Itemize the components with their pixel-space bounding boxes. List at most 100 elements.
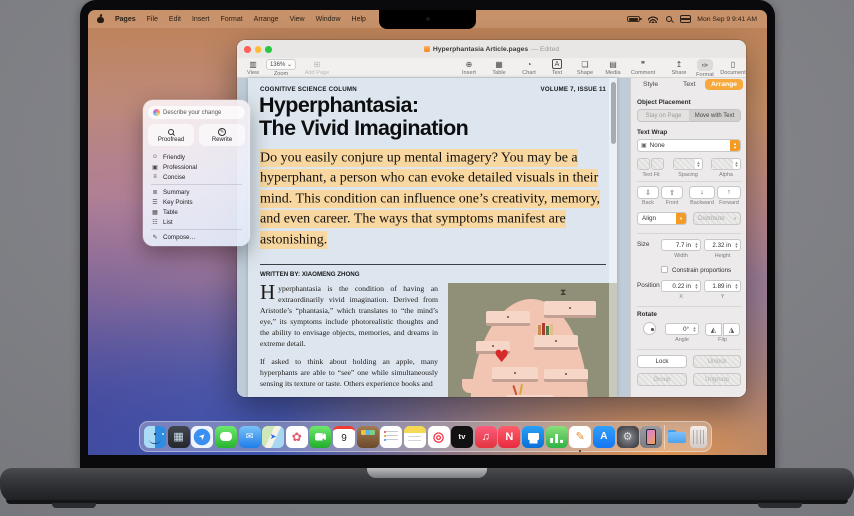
dock-safari[interactable]: ➤ xyxy=(191,426,213,448)
dock-fitness[interactable]: ◎ xyxy=(428,426,450,448)
document-scrollbar[interactable] xyxy=(609,78,617,397)
describe-change-input[interactable]: Describe your change xyxy=(148,106,245,119)
align-dropdown[interactable]: Align ▼ xyxy=(637,212,687,225)
text-wrap-dropdown[interactable]: ▣ None ▲▼ xyxy=(637,139,741,152)
flip-horizontal-button[interactable]: ◮ xyxy=(723,323,740,336)
zoom-control[interactable]: 136% ⌄ Zoom xyxy=(263,59,299,77)
professional-option[interactable]: ▣Professional xyxy=(148,162,245,172)
dock-system-settings[interactable]: ⚙ xyxy=(617,426,639,448)
dock-music[interactable]: ♫ xyxy=(475,426,497,448)
rewrite-button[interactable]: ✎ Rewrite xyxy=(199,124,245,146)
dock-wallet[interactable] xyxy=(357,426,379,448)
key-points-option[interactable]: ☰Key Points xyxy=(148,197,245,207)
document-page[interactable]: COGNITIVE SCIENCE COLUMN VOLUME 7, ISSUE… xyxy=(248,78,617,397)
bring-forward-button[interactable]: ↑ xyxy=(717,186,741,199)
article-body-column[interactable]: Hyperphantasia is the condition of havin… xyxy=(260,283,438,396)
dock-launchpad[interactable]: ▦ xyxy=(168,426,190,448)
format-button[interactable]: ✑ Format xyxy=(691,59,719,78)
list-option[interactable]: ☷List xyxy=(148,217,245,227)
dock-numbers[interactable] xyxy=(546,426,568,448)
menu-view[interactable]: View xyxy=(290,16,305,23)
menu-window[interactable]: Window xyxy=(316,16,341,23)
close-button[interactable] xyxy=(244,46,251,53)
constrain-proportions-checkbox[interactable] xyxy=(661,266,668,273)
tab-style[interactable]: Style xyxy=(643,81,658,88)
article-title[interactable]: Hyperphantasia: The Vivid Imagination xyxy=(259,94,611,140)
dock-notes[interactable] xyxy=(404,426,426,448)
wifi-icon[interactable] xyxy=(648,15,658,23)
spotlight-search-icon[interactable] xyxy=(666,16,672,22)
dock-messages[interactable] xyxy=(215,426,237,448)
menu-help[interactable]: Help xyxy=(352,16,366,23)
apple-menu-icon[interactable] xyxy=(97,15,104,23)
group-button[interactable]: Group xyxy=(637,373,687,386)
proofread-button[interactable]: Proofread xyxy=(148,124,194,146)
media-button[interactable]: ▤ Media xyxy=(599,59,627,76)
chart-button[interactable]: ◔ Chart xyxy=(515,59,543,76)
share-button[interactable]: ↥ Share xyxy=(665,59,693,76)
alpha-stepper[interactable]: ▲▼ xyxy=(711,158,741,170)
table-option[interactable]: ▦Table xyxy=(148,207,245,217)
rotation-knob[interactable] xyxy=(643,322,656,335)
dock-keynote[interactable] xyxy=(522,426,544,448)
menu-format[interactable]: Format xyxy=(220,16,242,23)
dock-iphone-mirroring[interactable] xyxy=(640,426,662,448)
friendly-option[interactable]: ☺Friendly xyxy=(148,152,245,162)
send-backward-button[interactable]: ↓ xyxy=(689,186,715,199)
position-x-stepper[interactable]: 0.22 in▲▼ xyxy=(661,280,701,292)
dock-app-store[interactable]: A xyxy=(593,426,615,448)
dock-maps[interactable]: ➤ xyxy=(262,426,284,448)
dock-news[interactable]: N xyxy=(498,426,520,448)
minimize-button[interactable] xyxy=(255,46,262,53)
text-button[interactable]: A Text xyxy=(543,59,571,76)
window-title-bar[interactable]: Hyperphantasia Article.pages — Edited xyxy=(237,40,746,58)
flip-vertical-button[interactable]: ◭ xyxy=(705,323,722,336)
spacing-stepper[interactable]: ▲▼ xyxy=(673,158,703,170)
stay-on-page-option[interactable]: Stay on Page xyxy=(638,110,689,121)
comment-button[interactable]: ❞ Comment xyxy=(629,59,657,76)
dock-mail[interactable]: ✉ xyxy=(239,426,261,448)
menu-edit[interactable]: Edit xyxy=(169,16,181,23)
dock-reminders[interactable] xyxy=(380,426,402,448)
angle-stepper[interactable]: 0°▲▼ xyxy=(665,323,699,335)
zoom-window-button[interactable] xyxy=(265,46,272,53)
send-to-back-button[interactable]: ⇩ xyxy=(637,186,659,199)
table-button[interactable]: ▦ Table xyxy=(485,59,513,76)
height-stepper[interactable]: 2.32 in▲▼ xyxy=(704,239,741,251)
add-page-button[interactable]: ⊞ Add Page xyxy=(301,59,333,76)
tab-arrange[interactable]: Arrange xyxy=(705,79,743,90)
unlock-button[interactable]: Unlock xyxy=(693,355,741,368)
summary-option[interactable]: ≣Summary xyxy=(148,187,245,197)
menu-pages[interactable]: Pages xyxy=(115,16,136,23)
dock-facetime[interactable] xyxy=(309,426,331,448)
battery-icon[interactable] xyxy=(627,16,640,22)
highlighted-intro-paragraph[interactable]: Do you easily conjure up mental imagery?… xyxy=(260,148,610,251)
text-fit-button-a[interactable] xyxy=(637,158,650,170)
dock-apple-tv[interactable]: tv xyxy=(451,426,473,448)
dock-trash[interactable] xyxy=(690,426,707,448)
text-fit-button-b[interactable] xyxy=(651,158,664,170)
position-y-stepper[interactable]: 1.89 in▲▼ xyxy=(704,280,741,292)
menu-insert[interactable]: Insert xyxy=(192,16,210,23)
width-stepper[interactable]: 7.7 in▲▼ xyxy=(661,239,701,251)
dock-downloads[interactable] xyxy=(666,426,688,448)
shape-button[interactable]: ❑ Shape xyxy=(571,59,599,76)
scrollbar-thumb[interactable] xyxy=(611,82,616,144)
concise-option[interactable]: ≡Concise xyxy=(148,172,245,182)
tab-text[interactable]: Text xyxy=(683,81,695,88)
ungroup-button[interactable]: Ungroup xyxy=(693,373,741,386)
compose-option[interactable]: ✎Compose… xyxy=(148,232,245,242)
menu-file[interactable]: File xyxy=(147,16,158,23)
dock-finder[interactable] xyxy=(144,426,166,448)
dock-pages[interactable]: ✎ xyxy=(569,426,591,448)
head-shelves-illustration[interactable]: ⧗ ♥ xyxy=(448,283,617,397)
lock-button[interactable]: Lock xyxy=(637,355,687,368)
dock-calendar[interactable]: 9 xyxy=(333,426,355,448)
insert-button[interactable]: ⊕ Insert xyxy=(455,59,483,76)
menu-clock[interactable]: Mon Sep 9 9:41 AM xyxy=(697,16,757,23)
move-with-text-option[interactable]: Move with Text xyxy=(689,110,740,121)
distribute-dropdown[interactable]: Distribute ▼ xyxy=(693,212,741,225)
bring-to-front-button[interactable]: ⇧ xyxy=(661,186,683,199)
dock-photos[interactable]: ✿ xyxy=(286,426,308,448)
menu-arrange[interactable]: Arrange xyxy=(254,16,279,23)
